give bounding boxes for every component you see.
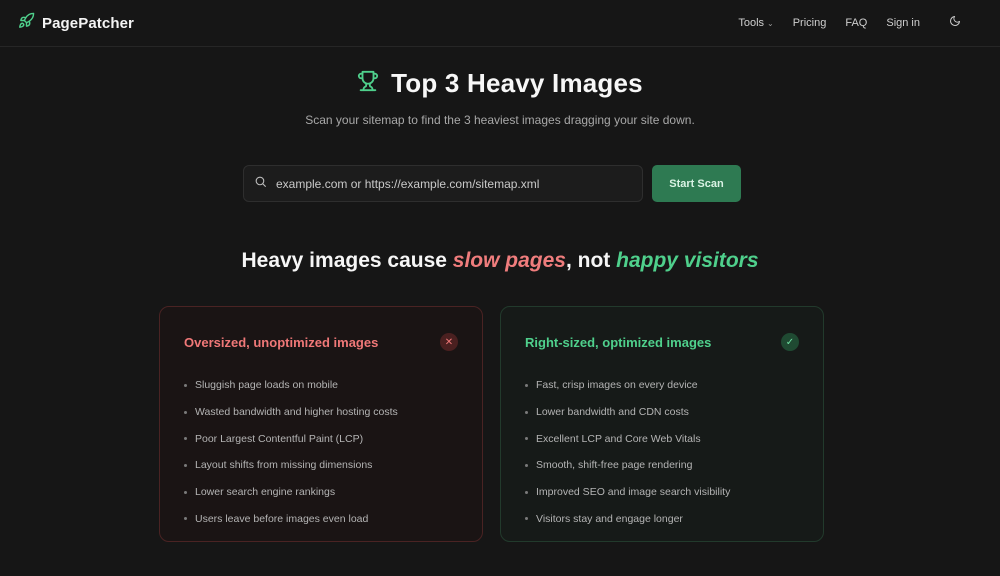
sitemap-url-input[interactable]	[276, 176, 632, 191]
list-item: Sluggish page loads on mobile	[184, 372, 458, 399]
unoptimized-card-title: Oversized, unoptimized images	[184, 334, 379, 350]
search-icon	[254, 175, 267, 193]
hero-title-row: Top 3 Heavy Images	[0, 68, 1000, 99]
nav-sign-in-label: Sign in	[886, 17, 920, 29]
list-item: Wasted bandwidth and higher hosting cost…	[184, 399, 458, 426]
unoptimized-list: Sluggish page loads on mobile Wasted ban…	[184, 372, 458, 532]
unoptimized-card: Oversized, unoptimized images ✕ Sluggish…	[159, 306, 483, 542]
section-heading-prefix: Heavy images cause	[241, 249, 453, 272]
nav-tools[interactable]: Tools ⌄	[738, 17, 773, 29]
nav-sign-in[interactable]: Sign in	[886, 17, 920, 29]
optimized-card: Right-sized, optimized images ✓ Fast, cr…	[500, 306, 824, 542]
list-item: Poor Largest Contentful Paint (LCP)	[184, 425, 458, 452]
list-item: Visitors stay and engage longer	[525, 505, 799, 532]
list-item: Improved SEO and image search visibility	[525, 479, 799, 506]
section-heading-bad-phrase: slow pages	[452, 249, 566, 272]
page-title: Top 3 Heavy Images	[391, 68, 643, 98]
top-navbar: PagePatcher Tools ⌄ Pricing FAQ Sign in	[0, 0, 1000, 47]
brand-logo[interactable]: PagePatcher	[18, 12, 134, 34]
list-item: Excellent LCP and Core Web Vitals	[525, 425, 799, 452]
page-subtitle: Scan your sitemap to find the 3 heaviest…	[305, 113, 695, 127]
moon-icon	[949, 14, 961, 32]
optimized-card-title: Right-sized, optimized images	[525, 334, 712, 350]
nav-pricing[interactable]: Pricing	[793, 17, 827, 29]
x-icon: ✕	[440, 333, 458, 351]
list-item: Lower search engine rankings	[184, 479, 458, 506]
section-heading: Heavy images cause slow pages, not happy…	[0, 249, 1000, 273]
check-icon: ✓	[781, 333, 799, 351]
start-scan-button[interactable]: Start Scan	[652, 165, 741, 202]
trophy-icon	[357, 70, 379, 97]
section-heading-middle: , not	[565, 249, 617, 272]
rocket-icon	[18, 12, 35, 34]
list-item: Fast, crisp images on every device	[525, 372, 799, 399]
nav-faq[interactable]: FAQ	[845, 17, 867, 29]
nav-tools-label: Tools	[738, 17, 765, 29]
nav-faq-label: FAQ	[845, 17, 868, 29]
optimized-list: Fast, crisp images on every device Lower…	[525, 372, 799, 532]
nav-pricing-label: Pricing	[792, 17, 827, 29]
list-item: Smooth, shift-free page rendering	[525, 452, 799, 479]
chevron-down-icon: ⌄	[767, 18, 774, 28]
search-box	[243, 165, 643, 202]
nav-menu: Tools ⌄ Pricing FAQ Sign in	[719, 16, 962, 30]
list-item: Lower bandwidth and CDN costs	[525, 399, 799, 426]
section-heading-good-phrase: happy visitors	[616, 249, 759, 272]
list-item: Layout shifts from missing dimensions	[184, 452, 458, 479]
brand-name: PagePatcher	[42, 14, 134, 32]
list-item: Users leave before images even load	[184, 505, 458, 532]
theme-toggle-button[interactable]	[948, 16, 962, 30]
